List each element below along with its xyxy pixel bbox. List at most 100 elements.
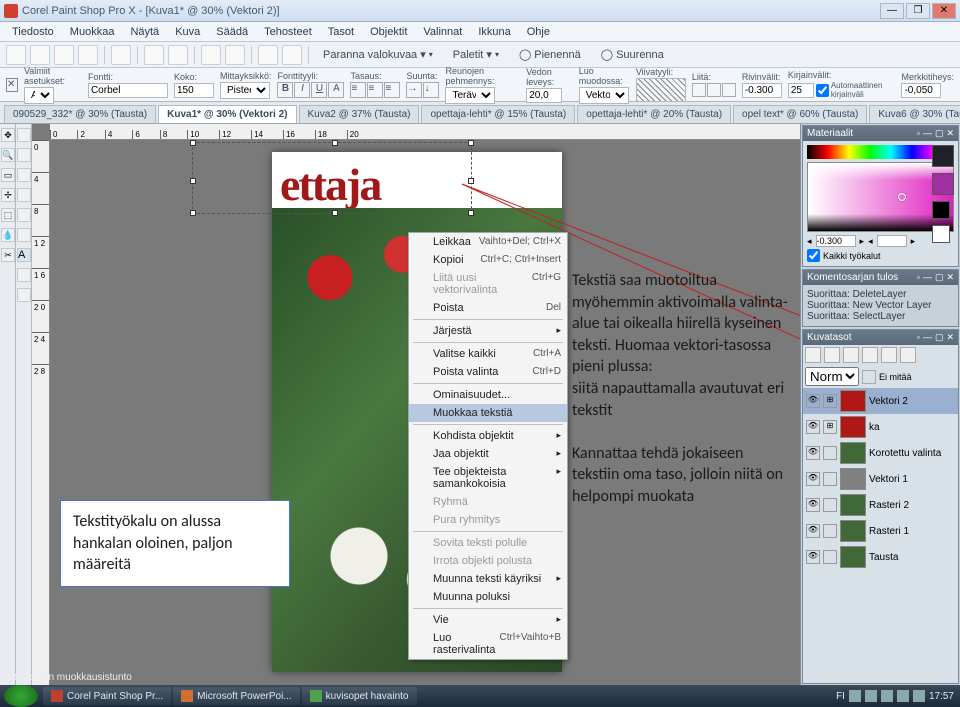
new-group-button[interactable] xyxy=(824,347,840,363)
maximize-button[interactable]: ❐ xyxy=(906,3,930,19)
ctx-poista[interactable]: PoistaDel xyxy=(409,299,567,317)
print-button[interactable] xyxy=(111,45,131,65)
visibility-icon[interactable]: 👁 xyxy=(806,498,820,512)
clone-tool[interactable] xyxy=(17,148,31,162)
eraser-tool[interactable] xyxy=(17,168,31,182)
tab-4[interactable]: opettaja-lehti* @ 20% (Tausta) xyxy=(577,105,731,123)
taskbar-item[interactable]: Corel Paint Shop Pr... xyxy=(43,687,171,705)
pen-tool[interactable] xyxy=(17,288,31,302)
layer-row[interactable]: 👁Rasteri 1 xyxy=(803,518,958,544)
ctx-leikkaa[interactable]: LeikkaaVaihto+Del; Ctrl+X xyxy=(409,233,567,251)
start-button[interactable] xyxy=(4,685,38,707)
panel-close[interactable]: ▢ xyxy=(935,128,944,139)
blend-mode-select[interactable]: Normaali xyxy=(805,367,859,386)
tray-icon[interactable] xyxy=(897,690,909,702)
resize-button[interactable] xyxy=(282,45,302,65)
dir-h-button[interactable]: → xyxy=(406,82,422,98)
leading-input[interactable] xyxy=(742,83,782,98)
menu-layers[interactable]: Tasot xyxy=(320,24,362,40)
layer-menu-button[interactable] xyxy=(862,347,878,363)
expand-icon[interactable] xyxy=(823,498,837,512)
fg-swatch[interactable] xyxy=(932,145,954,167)
expand-icon[interactable]: ⊞ xyxy=(823,420,837,434)
antialias-select[interactable]: Terävä xyxy=(445,87,495,104)
ctx-luo-rasterivalinta[interactable]: Luo rasterivalintaCtrl+Vaihto+B xyxy=(409,629,567,659)
ctx-poista-valinta[interactable]: Poista valintaCtrl+D xyxy=(409,363,567,381)
preset-icon[interactable]: ✕ xyxy=(6,78,18,92)
autokern-check[interactable] xyxy=(816,84,829,97)
color-value-2[interactable] xyxy=(877,235,907,247)
strike-button[interactable]: A xyxy=(328,82,344,98)
handle-bl[interactable] xyxy=(190,210,196,216)
lighten-tool[interactable] xyxy=(17,228,31,242)
visibility-icon[interactable]: 👁 xyxy=(806,472,820,486)
visibility-icon[interactable]: 👁 xyxy=(806,550,820,564)
shape-tool[interactable] xyxy=(17,268,31,282)
unit-select[interactable]: Pisteet xyxy=(220,82,270,99)
panel-x[interactable]: ✕ xyxy=(946,128,954,139)
menu-file[interactable]: Tiedosto xyxy=(4,24,62,40)
panel-max[interactable]: — xyxy=(923,128,932,139)
handle-lm[interactable] xyxy=(190,178,196,184)
tray-icon[interactable] xyxy=(849,690,861,702)
visibility-icon[interactable]: 👁 xyxy=(806,420,820,434)
tab-6[interactable]: Kuva6 @ 30% (Tausta) xyxy=(869,105,960,123)
expand-icon[interactable] xyxy=(823,550,837,564)
tab-0[interactable]: 090529_332* @ 30% (Tausta) xyxy=(4,105,156,123)
expand-icon[interactable] xyxy=(823,524,837,538)
redo-button[interactable] xyxy=(168,45,188,65)
ctx-muokkaa-teksti-[interactable]: Muokkaa tekstiä xyxy=(409,404,567,422)
underline-button[interactable]: U xyxy=(311,82,327,98)
bold-button[interactable]: B xyxy=(277,82,293,98)
move-tool[interactable]: ✢ xyxy=(1,188,15,202)
expand-icon[interactable] xyxy=(823,472,837,486)
layer-row[interactable]: 👁⊞Vektori 2 xyxy=(803,388,958,414)
align-left-button[interactable]: ≡ xyxy=(350,82,366,98)
layer-dup-button[interactable] xyxy=(900,347,916,363)
zoom-out-button[interactable]: ◯ Pienennä xyxy=(511,46,589,63)
align-right-button[interactable]: ≡ xyxy=(384,82,400,98)
expand-icon[interactable]: ⊞ xyxy=(823,394,837,408)
layer-mask-button[interactable] xyxy=(881,347,897,363)
tab-1[interactable]: Kuva1* @ 30% (Vektori 2) xyxy=(158,105,296,123)
swatch-3[interactable] xyxy=(932,201,950,219)
menu-view[interactable]: Näytä xyxy=(122,24,167,40)
menu-window[interactable]: Ikkuna xyxy=(470,24,518,40)
ctx-jaa-objektit[interactable]: Jaa objektit xyxy=(409,445,567,463)
expand-icon[interactable] xyxy=(823,446,837,460)
visibility-icon[interactable]: 👁 xyxy=(806,446,820,460)
lang-indicator[interactable]: FI xyxy=(836,691,845,702)
pick-tool[interactable]: ▭ xyxy=(1,168,15,182)
palettes-dropdown[interactable]: Paletit ▾ xyxy=(445,46,507,63)
clock[interactable]: 17:57 xyxy=(929,691,954,702)
minimize-button[interactable]: — xyxy=(880,3,904,19)
zoom-in-button[interactable]: ◯ Suurenna xyxy=(593,46,672,63)
close-button[interactable]: ✕ xyxy=(932,3,956,19)
select-tool[interactable]: ⬚ xyxy=(1,208,15,222)
handle-tm[interactable] xyxy=(332,140,338,146)
pan-tool[interactable]: ✥ xyxy=(1,128,15,142)
ctx-kopioi[interactable]: KopioiCtrl+C; Ctrl+Insert xyxy=(409,251,567,269)
selection-box[interactable] xyxy=(192,142,472,214)
browse-button[interactable] xyxy=(258,45,278,65)
layer-row[interactable]: 👁Rasteri 2 xyxy=(803,492,958,518)
tab-2[interactable]: Kuva2 @ 37% (Tausta) xyxy=(299,105,420,123)
layer-row[interactable]: 👁Vektori 1 xyxy=(803,466,958,492)
ctx-tee-objekteista-samankokoisia[interactable]: Tee objekteista samankokoisia xyxy=(409,463,567,493)
retouch-tool[interactable] xyxy=(17,208,31,222)
taskbar-item[interactable]: kuvisopet havainto xyxy=(302,687,417,705)
ctx-vie[interactable]: Vie xyxy=(409,611,567,629)
stroke-input[interactable] xyxy=(526,88,562,103)
tracking-input[interactable] xyxy=(901,83,941,98)
dir-v-button[interactable]: ↓ xyxy=(423,82,439,98)
taskbar-item[interactable]: Microsoft PowerPoi... xyxy=(173,687,299,705)
save-button[interactable] xyxy=(54,45,74,65)
swatch-4[interactable] xyxy=(932,225,950,243)
menu-edit[interactable]: Muokkaa xyxy=(62,24,123,40)
all-tools-check[interactable] xyxy=(807,249,820,262)
tab-3[interactable]: opettaja-lehti* @ 15% (Tausta) xyxy=(421,105,575,123)
menu-help[interactable]: Ohje xyxy=(519,24,558,40)
menu-image[interactable]: Kuva xyxy=(167,24,208,40)
enhance-photo-dropdown[interactable]: Paranna valokuvaa ▾ xyxy=(315,46,441,63)
paste-button[interactable] xyxy=(225,45,245,65)
